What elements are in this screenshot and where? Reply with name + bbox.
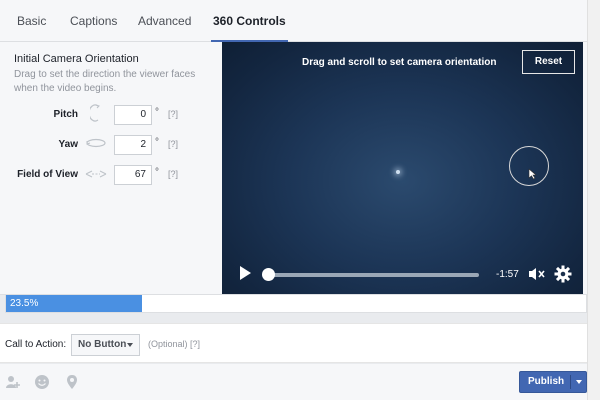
volume-muted-icon[interactable] bbox=[528, 266, 546, 282]
tab-captions[interactable]: Captions bbox=[70, 0, 117, 42]
yaw-icon bbox=[86, 138, 106, 148]
cta-help[interactable]: [?] bbox=[190, 339, 200, 349]
yaw-input[interactable]: 2 bbox=[114, 135, 152, 155]
publish-divider bbox=[570, 375, 571, 389]
yaw-help[interactable]: [?] bbox=[168, 139, 178, 149]
tab-bar: Basic Captions Advanced 360 Controls bbox=[0, 0, 587, 42]
gear-icon[interactable] bbox=[554, 265, 572, 283]
pitch-icon bbox=[90, 104, 100, 122]
call-to-action-row: Call to Action: No Button (Optional) [?] bbox=[0, 323, 587, 363]
publish-options-chevron-icon[interactable] bbox=[576, 380, 582, 384]
cursor-icon bbox=[528, 168, 537, 180]
publish-label: Publish bbox=[528, 376, 565, 387]
cta-selected-value: No Button bbox=[78, 339, 127, 350]
composer-footer: Publish bbox=[0, 364, 587, 400]
tag-people-icon[interactable] bbox=[5, 374, 21, 390]
page-scrollbar[interactable] bbox=[587, 0, 600, 400]
scrub-handle[interactable] bbox=[262, 268, 275, 281]
cta-dropdown[interactable]: No Button bbox=[71, 334, 140, 356]
fov-label: Field of View bbox=[17, 169, 78, 180]
play-icon[interactable] bbox=[238, 264, 252, 282]
fov-input[interactable]: 67 bbox=[114, 165, 152, 185]
cta-optional-note: (Optional) [?] bbox=[148, 339, 200, 349]
pitch-help[interactable]: [?] bbox=[168, 109, 178, 119]
pitch-input[interactable]: 0 bbox=[114, 105, 152, 125]
tab-basic[interactable]: Basic bbox=[17, 0, 46, 42]
fov-unit: ° bbox=[155, 167, 159, 178]
section-description: Drag to set the direction the viewer fac… bbox=[14, 69, 196, 94]
yaw-unit: ° bbox=[155, 137, 159, 148]
upload-progress-bar: 23.5% bbox=[5, 294, 587, 313]
tab-360-controls[interactable]: 360 Controls bbox=[211, 0, 288, 42]
feeling-icon[interactable] bbox=[34, 374, 50, 390]
location-icon[interactable] bbox=[66, 374, 78, 390]
publish-button[interactable]: Publish bbox=[519, 371, 587, 393]
upload-progress-label: 23.5% bbox=[10, 298, 39, 309]
section-title: Initial Camera Orientation bbox=[14, 53, 139, 65]
pitch-label: Pitch bbox=[53, 109, 78, 120]
progress-track[interactable] bbox=[267, 273, 479, 277]
yaw-label: Yaw bbox=[58, 139, 78, 150]
drag-indicator[interactable] bbox=[509, 146, 549, 186]
orientation-settings: Initial Camera Orientation Drag to set t… bbox=[0, 42, 222, 295]
chevron-down-icon bbox=[127, 343, 133, 347]
tab-advanced[interactable]: Advanced bbox=[138, 0, 191, 42]
video-preview[interactable]: Drag and scroll to set camera orientatio… bbox=[222, 42, 583, 295]
reset-button[interactable]: Reset bbox=[522, 50, 575, 74]
cta-optional-text: (Optional) bbox=[148, 339, 188, 349]
center-marker bbox=[396, 170, 400, 174]
controls-panel: Initial Camera Orientation Drag to set t… bbox=[0, 42, 587, 295]
fov-icon bbox=[85, 170, 107, 178]
video-controls: -1:57 bbox=[222, 260, 583, 290]
fov-help[interactable]: [?] bbox=[168, 169, 178, 179]
pitch-unit: ° bbox=[155, 107, 159, 118]
cta-label: Call to Action: bbox=[5, 339, 67, 350]
time-remaining: -1:57 bbox=[496, 269, 519, 280]
video-hint: Drag and scroll to set camera orientatio… bbox=[302, 57, 497, 68]
